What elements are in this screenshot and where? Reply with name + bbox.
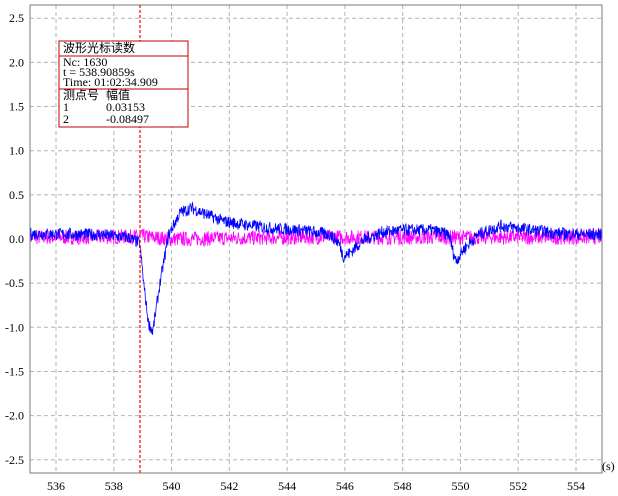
cursor-readout-panel[interactable]: 波形光标读数 Nc: 1630 t = 538.90859s Time: 01:… xyxy=(58,40,189,128)
x-tick-label: 552 xyxy=(509,479,527,493)
y-tick-label: -2.0 xyxy=(5,409,24,423)
y-tick-label: 1.5 xyxy=(9,100,24,114)
y-tick-label: -1.5 xyxy=(5,364,24,378)
readout-time: Time: 01:02:34.909 xyxy=(63,75,158,89)
y-tick-label: -0.5 xyxy=(5,276,24,290)
y-tick-label: 0.0 xyxy=(9,232,24,246)
y-tick-label: 2.5 xyxy=(9,11,24,25)
x-tick-label: 548 xyxy=(394,479,412,493)
x-axis-ticks: 536 538 540 542 544 546 548 550 552 554 xyxy=(47,479,585,493)
y-tick-label: -1.0 xyxy=(5,320,24,334)
readout-row-2-value: -0.08497 xyxy=(106,112,149,126)
x-axis-unit-label: (s) xyxy=(602,459,615,473)
series-line-2 xyxy=(29,201,603,335)
x-tick-label: 538 xyxy=(105,479,123,493)
readout-title: 波形光标读数 xyxy=(63,40,135,55)
y-tick-label: 1.0 xyxy=(9,144,24,158)
x-tick-label: 546 xyxy=(336,479,354,493)
y-tick-label: 0.5 xyxy=(9,188,24,202)
y-tick-label: -2.5 xyxy=(5,453,24,467)
y-tick-label: 2.0 xyxy=(9,55,24,69)
x-tick-label: 544 xyxy=(278,479,296,493)
x-tick-label: 550 xyxy=(451,479,469,493)
readout-row-2-channel: 2 xyxy=(63,112,69,126)
x-tick-label: 540 xyxy=(163,479,181,493)
y-axis-ticks: 2.5 2.0 1.5 1.0 0.5 0.0 -0.5 -1.0 -1.5 -2.0 -2.5 xyxy=(5,11,24,467)
x-tick-label: 554 xyxy=(567,479,585,493)
series-layer xyxy=(29,201,603,335)
x-tick-label: 542 xyxy=(220,479,238,493)
x-tick-label: 536 xyxy=(47,479,65,493)
waveform-chart: 2.5 2.0 1.5 1.0 0.5 0.0 -0.5 -1.0 -1.5 -2.0 -2.5 5… xyxy=(5,4,615,493)
